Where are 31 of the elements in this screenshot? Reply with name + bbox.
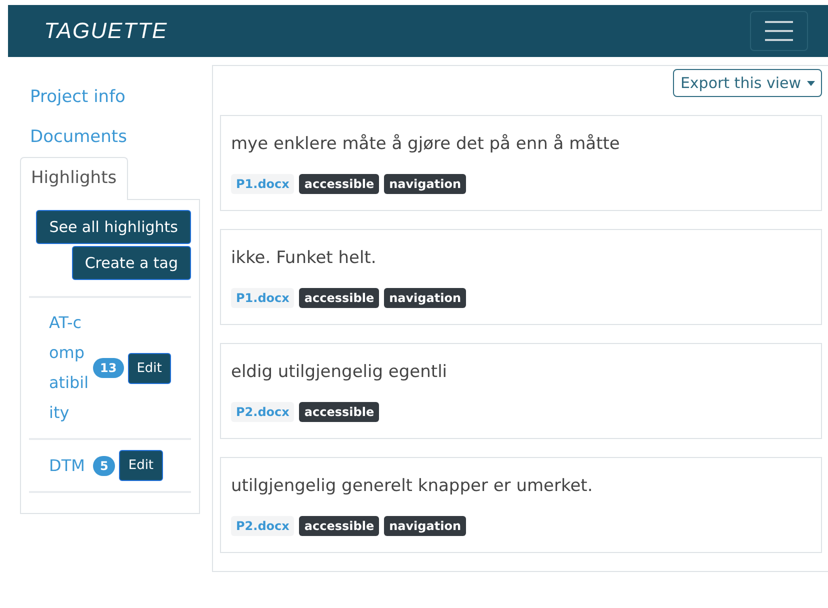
tag-label: accessible xyxy=(299,288,380,308)
menu-icon xyxy=(764,20,794,42)
tag-label: accessible xyxy=(299,174,380,194)
tag-label: accessible xyxy=(299,516,380,536)
highlight-text: utilgjengelig generelt knapper er umerket. xyxy=(231,476,594,496)
brand-logo[interactable]: TAGUETTE xyxy=(44,18,168,44)
menu-button[interactable] xyxy=(750,11,808,51)
document-link[interactable]: P1.docx xyxy=(231,174,294,194)
document-link[interactable]: P1.docx xyxy=(231,288,294,308)
tab[interactable]: Highlights xyxy=(20,157,128,200)
nav-link[interactable]: Documents xyxy=(20,117,212,157)
document-link[interactable]: P2.docx xyxy=(231,402,294,422)
caret-icon xyxy=(807,80,815,86)
action-button[interactable]: See all highlights xyxy=(36,210,191,244)
edit-button[interactable]: Edit xyxy=(119,450,163,481)
action-button[interactable]: Create a tag xyxy=(72,246,191,280)
tag-label: navigation xyxy=(384,174,466,194)
count-badge: 5 xyxy=(93,456,116,476)
tag-link[interactable]: DTM xyxy=(49,450,89,480)
nav-link[interactable]: Project info xyxy=(20,77,212,117)
tag-link[interactable]: AT-compatibility xyxy=(49,308,89,428)
tag-label: navigation xyxy=(384,288,466,308)
edit-button[interactable]: Edit xyxy=(128,352,171,384)
tag-label: navigation xyxy=(384,516,466,536)
highlight-text: ikke. Funket helt. xyxy=(231,248,378,268)
tag-label: accessible xyxy=(299,402,380,422)
export-dropdown[interactable]: Export this view xyxy=(673,69,822,97)
document-link[interactable]: P2.docx xyxy=(231,516,294,536)
highlight-text: eldig utilgjengelig egentli xyxy=(231,362,448,382)
highlight-text: mye enklere måte å gjøre det på enn å måtte xyxy=(231,134,621,154)
count-badge: 13 xyxy=(93,358,124,378)
